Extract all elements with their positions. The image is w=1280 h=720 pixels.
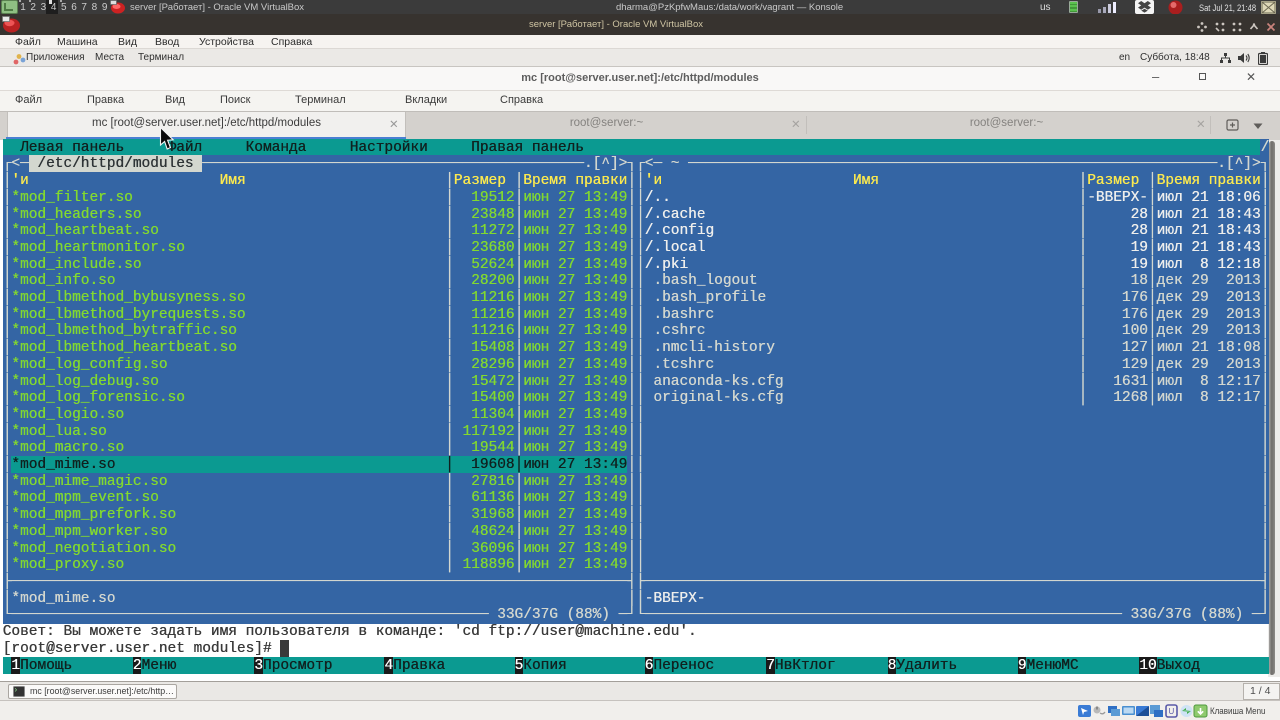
svg-text:U: U — [1169, 707, 1175, 716]
